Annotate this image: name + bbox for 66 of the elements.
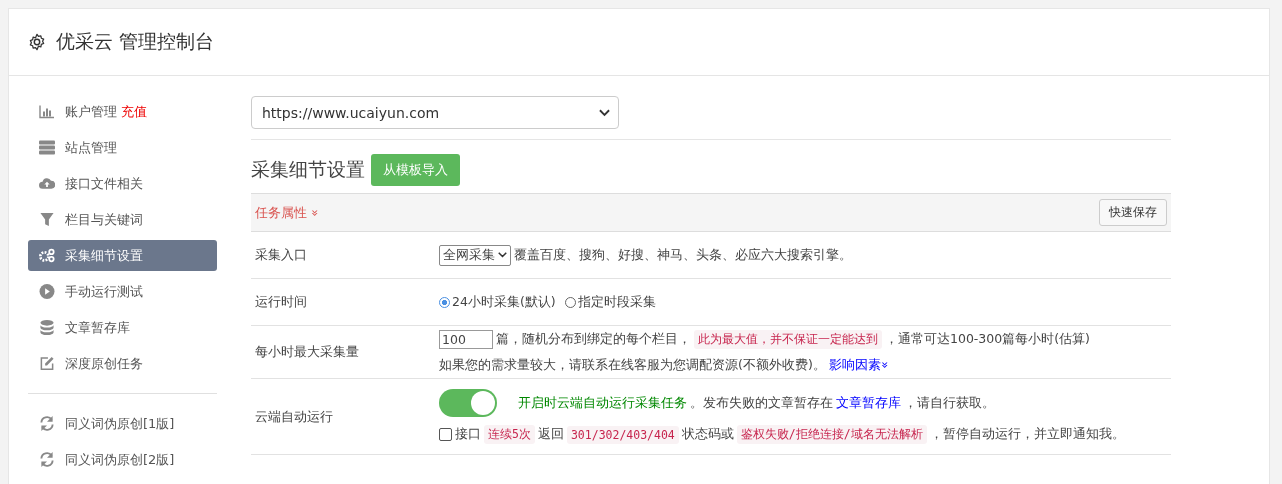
settings-icon [28,33,46,51]
sidebar-label: 文章暂存库 [65,318,130,337]
filter-icon [39,212,55,227]
refresh-icon [39,452,55,467]
sidebar-label: 同义词伪原创[2版] [65,450,175,469]
play-icon [39,284,55,299]
sidebar-item[interactable]: 接口文件相关 [28,168,217,199]
edit-icon [39,356,55,371]
code-text: 301/302/403/404 [566,425,679,444]
panel-title[interactable]: 任务属性 » [255,203,319,222]
chevron-down-icon [498,252,507,258]
sidebar-item[interactable]: 同义词伪原创[1版] [28,408,217,439]
sidebar-item[interactable]: 手动运行测试 [28,276,217,307]
body-text: 返回 [537,426,564,443]
row-label: 每小时最大采集量 [254,343,360,361]
sidebar-label: 采集细节设置 [65,246,143,265]
body-text: ，暂停自动运行，并立即通知我。 [929,426,1125,443]
server-icon [39,140,55,155]
radio-button[interactable] [439,296,450,308]
sidebar-item[interactable]: 文章暂存库 [28,312,217,343]
body-text: ，通常可达100-300篇每小时(估算) [885,331,1090,348]
status-text: 开启时云端自动运行采集任务 [518,394,687,412]
checkbox[interactable] [439,428,452,441]
code-text: 此为最大值，并不保证一定能达到 [694,330,882,349]
sidebar-item[interactable]: 同义词伪原创[2版] [28,444,217,475]
row-label: 运行时间 [254,293,308,311]
quantity-input[interactable]: 100 [439,330,493,349]
sidebar-label: 深度原创任务 [65,354,143,373]
sidebar-label: 同义词伪原创[1版] [65,414,175,433]
row-label: 云端自动运行 [254,407,334,426]
code-text: 鉴权失败/拒绝连接/域名无法解析 [736,425,927,444]
note-text: ，请自行获取。 [904,394,995,412]
sidebar-label: 栏目与关键词 [65,210,143,229]
note-text: 。发布失败的文章暂存在 [690,394,833,412]
chevron-down-icon [599,108,610,117]
source-select[interactable]: 全网采集 [439,244,511,266]
toggle-switch[interactable] [439,389,497,417]
sidebar-label: 手动运行测试 [65,282,143,301]
sidebar-item[interactable]: 栏目与关键词 [28,204,217,235]
radio-label[interactable]: 指定时段采集 [577,293,656,311]
note-text: 如果您的需求量较大，请联系在线客服为您调配资源(不额外收费)。 [439,357,826,374]
code-text: 连续5次 [484,425,535,444]
bar-chart-icon [39,104,55,119]
storage-link[interactable]: 文章暂存库 [836,394,901,412]
sidebar-item[interactable]: 站点管理 [28,132,217,163]
body-text: 篇，随机分布到绑定的每个栏目， [496,331,691,348]
radio-label[interactable]: 24小时采集(默认) [452,293,556,311]
refresh-icon [39,416,55,431]
sidebar-label: 站点管理 [65,138,117,157]
recharge-link[interactable]: 充值 [121,102,147,121]
console-title: 优采云 管理控制台 [56,29,215,54]
sidebar-item[interactable]: 深度原创任务 [28,348,217,379]
body-text: 接口 [455,426,481,443]
section-title: 采集细节设置 [251,157,365,182]
site-select[interactable]: https://www.ucaiyun.com [251,96,619,129]
factors-link[interactable]: 影响因素 » [828,357,889,374]
sidebar-item[interactable]: 账户管理 充值 [28,96,217,127]
body-text: 状态码或 [681,426,734,443]
row-label: 采集入口 [254,246,308,264]
note-text: 覆盖百度、搜狗、好搜、神马、头条、必应六大搜索引擎。 [514,246,852,264]
sidebar-label: 接口文件相关 [65,174,143,193]
cloud-upload-icon [39,176,55,191]
database-icon [39,320,55,335]
sidebar-label: 账户管理 [65,102,117,121]
sidebar-item[interactable]: 采集细节设置 [28,240,217,271]
quick-save-button[interactable]: 快速保存 [1099,199,1167,226]
